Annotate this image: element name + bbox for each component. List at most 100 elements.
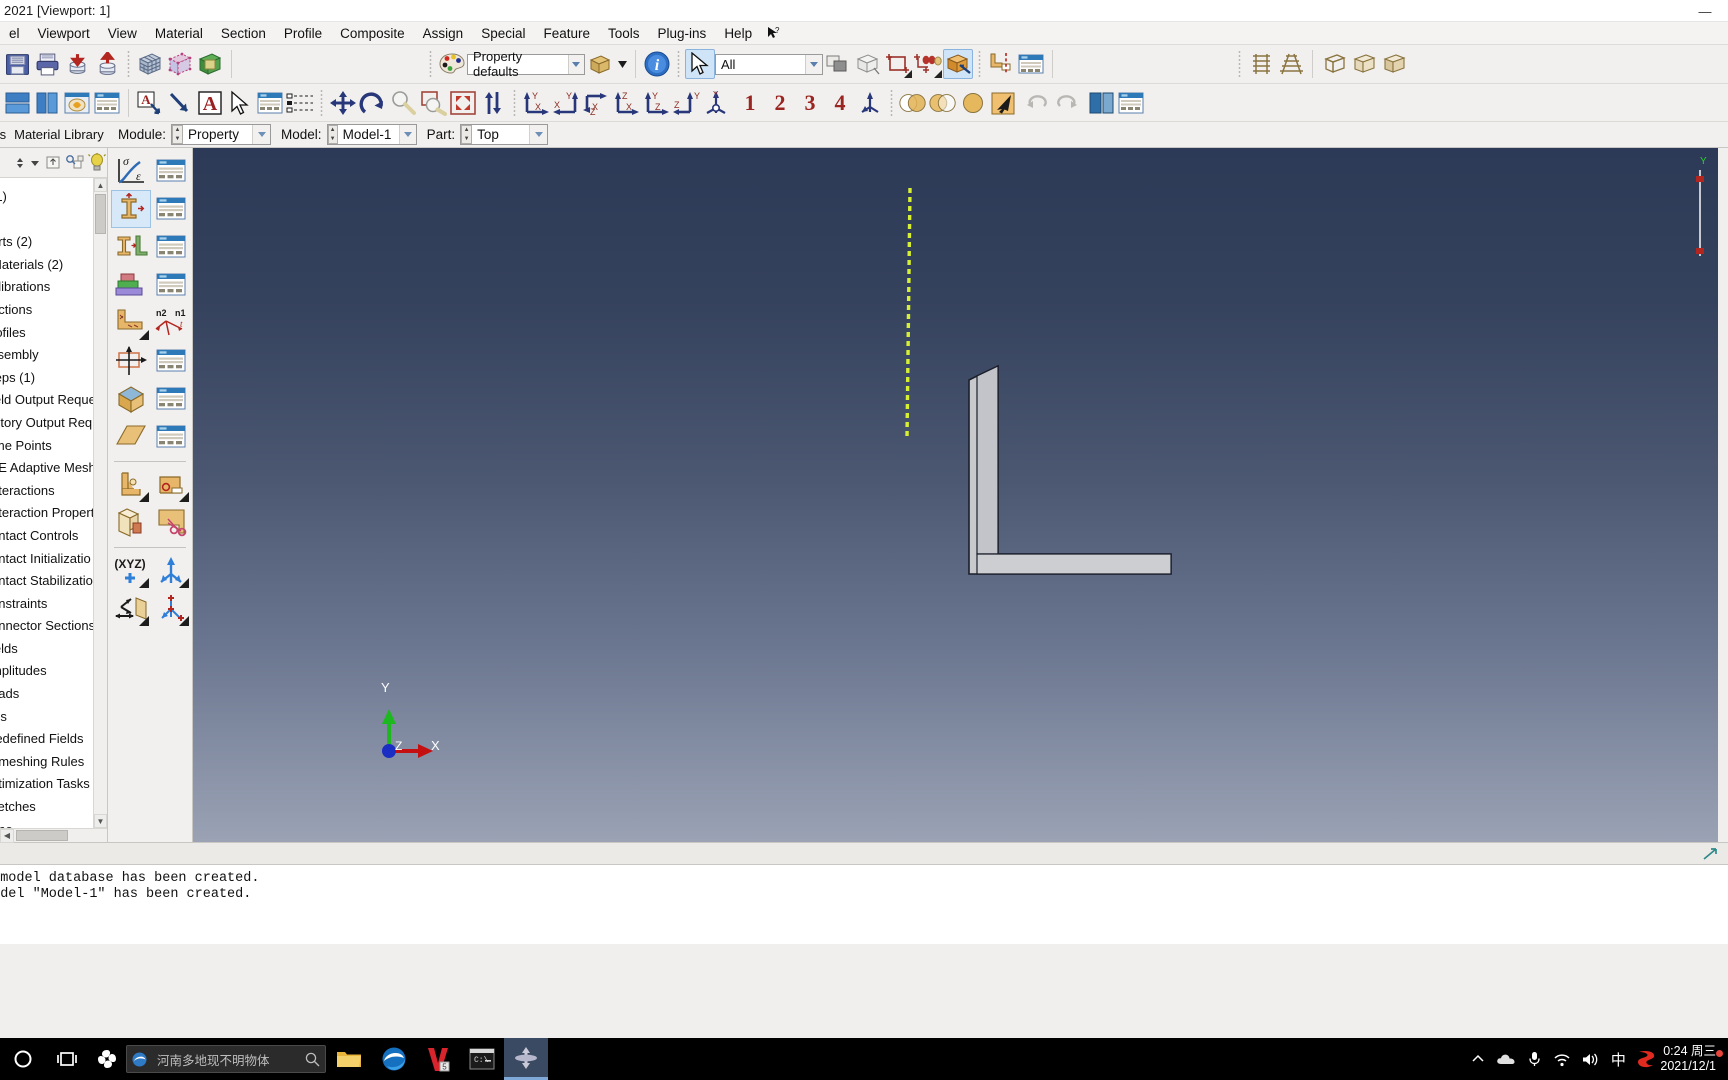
microphone-icon[interactable] (1520, 1051, 1548, 1067)
chevron-down-icon[interactable] (529, 125, 548, 144)
menu-item-model[interactable]: el (0, 24, 29, 43)
create-spring-dashpot-icon[interactable] (151, 466, 191, 504)
menu-item-section[interactable]: Section (212, 24, 275, 43)
profile-manager-icon[interactable] (151, 228, 191, 266)
isometric-cube-icon[interactable] (1349, 49, 1379, 79)
toolbar-grip[interactable] (126, 51, 131, 77)
special-mesh-icon[interactable] (111, 504, 151, 542)
create-material-icon[interactable]: σε (111, 152, 151, 190)
cortana-icon[interactable] (88, 1038, 126, 1080)
tree-item[interactable]: arts (2) (0, 231, 107, 254)
create-datum-point-icon[interactable] (151, 590, 191, 628)
tree-horizontal-scrollbar[interactable]: ◀ (0, 828, 107, 843)
select-entity-icon[interactable] (913, 49, 943, 79)
tree-item[interactable]: istory Output Req (0, 412, 107, 435)
chevron-down-icon[interactable] (252, 125, 271, 144)
create-inertia-icon[interactable] (111, 466, 151, 504)
viewport-canvas[interactable]: Y X Z Y (193, 148, 1718, 842)
pan-view-icon[interactable] (328, 88, 358, 118)
menu-item-help[interactable]: Help (715, 24, 761, 43)
menu-item-special[interactable]: Special (472, 24, 534, 43)
chevron-down-icon[interactable] (399, 125, 416, 144)
display-group-icon[interactable] (195, 49, 225, 79)
save-icon[interactable] (2, 49, 32, 79)
beam-orientation-manager-icon[interactable] (151, 342, 191, 380)
scrollbar-thumb[interactable] (95, 194, 106, 234)
tree-item[interactable]: ield Output Reque (0, 389, 107, 412)
annotation-list-icon[interactable] (285, 88, 315, 118)
import-model-icon[interactable] (62, 49, 92, 79)
tree-item[interactable]: LE Adaptive Mesh (0, 457, 107, 480)
activate-view-cut-icon[interactable] (943, 49, 973, 79)
lighting-icon[interactable] (988, 88, 1018, 118)
menu-item-tools[interactable]: Tools (599, 24, 649, 43)
transparency-2-icon[interactable] (928, 88, 958, 118)
command-prompt-icon[interactable]: C:\ (460, 1038, 504, 1080)
tree-tab-model[interactable]: ts (0, 127, 6, 142)
tree-expand-icon[interactable] (44, 154, 62, 171)
assign-rebar-reference-icon[interactable] (111, 380, 151, 418)
view-zy-icon[interactable]: ZY (671, 88, 701, 118)
mesh-part-icon[interactable] (135, 49, 165, 79)
tree-item[interactable]: rofiles (0, 322, 107, 345)
tree-item[interactable]: nteraction Propert (0, 502, 107, 525)
drag-select-icon[interactable] (883, 49, 913, 79)
selection-toggle-icon[interactable] (823, 49, 853, 79)
menu-item-viewport[interactable]: Viewport (29, 24, 99, 43)
menu-item-assign[interactable]: Assign (414, 24, 473, 43)
file-explorer-icon[interactable] (326, 1038, 372, 1080)
assign-material-orientation-icon[interactable]: n2 n1 t (151, 304, 191, 342)
viewport-tile-vertical-icon[interactable] (32, 88, 62, 118)
transparency-1-icon[interactable] (898, 88, 928, 118)
edge-browser-icon[interactable] (372, 1038, 416, 1080)
shaded-render-icon[interactable] (1319, 49, 1349, 79)
toolbar-grip-select[interactable] (676, 51, 681, 77)
tree-item[interactable]: (1) (0, 186, 107, 209)
create-arrow-icon[interactable] (165, 88, 195, 118)
magnify-view-icon[interactable] (388, 88, 418, 118)
tree-item[interactable]: ssembly (0, 344, 107, 367)
view-iso-icon[interactable]: Y (701, 88, 731, 118)
view-yz-icon[interactable]: YZ (641, 88, 671, 118)
selection-filter-combo[interactable]: All (715, 53, 823, 75)
plot-contours-icon[interactable] (1086, 88, 1116, 118)
tree-tab-material-library[interactable]: Material Library (14, 127, 104, 142)
beam-profile-dropdown[interactable] (615, 49, 629, 79)
view-preset-3[interactable]: 3 (795, 88, 825, 118)
annotation-manager-icon[interactable] (255, 88, 285, 118)
tree-collapse-icon[interactable] (14, 155, 26, 171)
annotation-select-icon[interactable] (225, 88, 255, 118)
show-hidden-icons-icon[interactable] (1464, 1052, 1492, 1066)
transparency-3-icon[interactable] (958, 88, 988, 118)
sogou-ime-icon[interactable] (1632, 1049, 1660, 1069)
viewport-tile-horizontal-icon[interactable] (2, 88, 32, 118)
ime-mode-indicator[interactable]: 中 (1604, 1049, 1632, 1070)
box-zoom-icon[interactable] (418, 88, 448, 118)
create-composite-layup-icon[interactable] (111, 266, 151, 304)
rebar-manager-icon[interactable] (151, 380, 191, 418)
tree-item[interactable]: onstraints (0, 593, 107, 616)
chevron-down-icon[interactable] (805, 54, 822, 74)
redo-view-icon[interactable] (1052, 88, 1082, 118)
wireframe-render-icon[interactable] (1246, 49, 1276, 79)
taskbar-clock[interactable]: 0:24 周三 2021/12/1 (1660, 1044, 1728, 1074)
tree-item[interactable]: onnector Sections (0, 615, 107, 638)
tree-item[interactable]: ections (0, 299, 107, 322)
chevron-down-icon[interactable] (28, 156, 42, 170)
wifi-icon[interactable] (1548, 1052, 1576, 1067)
export-model-icon[interactable] (92, 49, 122, 79)
undo-view-icon[interactable] (1022, 88, 1052, 118)
toolbar-grip-color[interactable] (428, 51, 433, 77)
apply-view-icon[interactable] (855, 88, 885, 118)
viewport-manager-icon[interactable] (92, 88, 122, 118)
module-spinner[interactable]: ▲ ▼ (172, 125, 184, 144)
sketch-part-icon[interactable] (165, 49, 195, 79)
menu-item-composite[interactable]: Composite (331, 24, 414, 43)
color-palette-icon[interactable] (437, 49, 467, 79)
onedrive-icon[interactable] (1492, 1052, 1520, 1066)
menu-item-feature[interactable]: Feature (534, 24, 599, 43)
model-tree-body[interactable]: (1) arts (2)Materials (2)alibrationsectio… (0, 178, 107, 828)
tree-item[interactable]: ontact Stabilizatio (0, 570, 107, 593)
hidden-render-icon[interactable] (1276, 49, 1306, 79)
tree-vertical-scrollbar[interactable]: ▲ ▼ (93, 178, 107, 828)
